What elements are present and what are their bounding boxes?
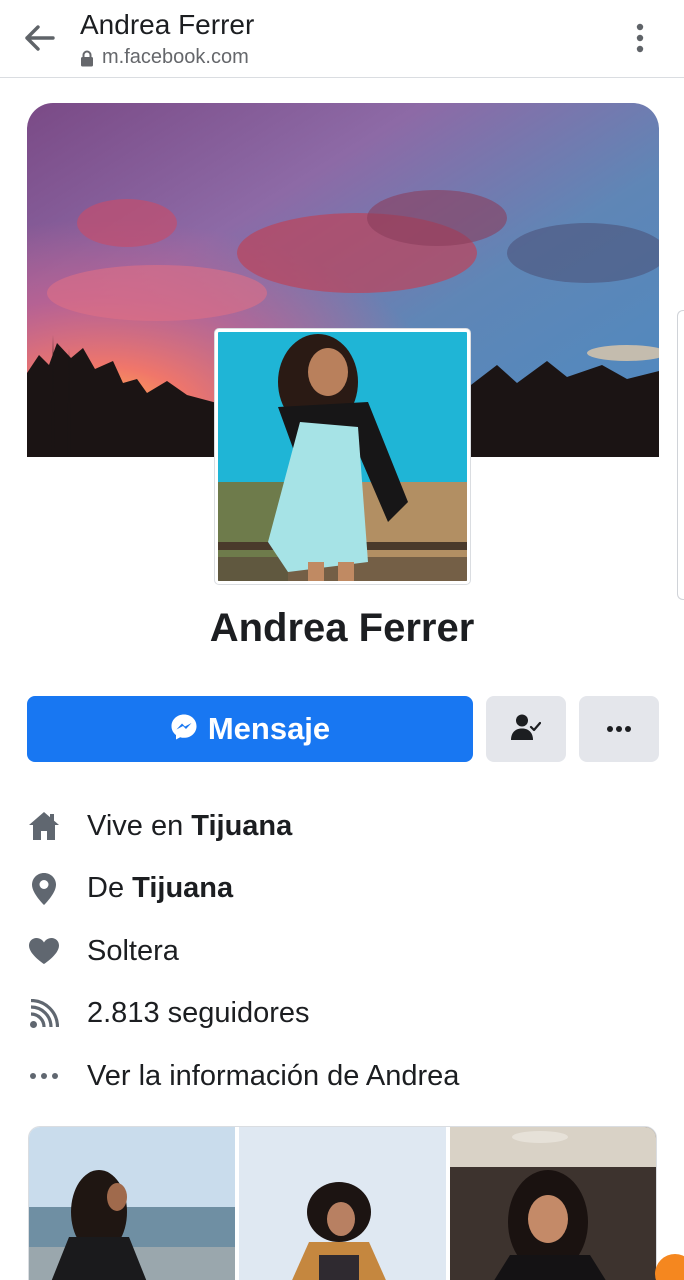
lock-icon (80, 49, 96, 67)
profile-picture[interactable] (215, 329, 470, 584)
url-row[interactable]: m.facebook.com (80, 46, 600, 69)
info-row-followers: 2.813 seguidores (0, 983, 684, 1046)
messenger-icon (170, 713, 198, 746)
friend-check-icon (511, 712, 542, 747)
rss-followers-icon (27, 997, 61, 1031)
location-pin-icon (27, 872, 61, 906)
photo-thumbnail[interactable] (29, 1127, 236, 1280)
profile-info-list: Vive en Tijuana De Tijuana Soltera 2.813… (0, 795, 684, 1108)
arrow-left-icon (25, 24, 55, 56)
info-row-relationship: Soltera (0, 920, 684, 983)
info-row-from: De Tijuana (0, 858, 684, 921)
from-city[interactable]: Tijuana (132, 872, 233, 904)
more-options-button[interactable] (579, 696, 659, 762)
lives-in-text: Vive en Tijuana (87, 809, 293, 842)
kebab-icon (636, 23, 644, 58)
lives-in-city[interactable]: Tijuana (191, 810, 292, 842)
scroll-indicator[interactable] (677, 310, 684, 600)
url-text: m.facebook.com (102, 46, 249, 68)
menu-button[interactable] (620, 20, 660, 60)
floating-badge[interactable] (655, 1254, 684, 1280)
friend-status-button[interactable] (486, 696, 566, 762)
info-row-lives: Vive en Tijuana (0, 795, 684, 858)
relationship-text: Soltera (87, 934, 179, 967)
page-title: Andrea Ferrer (80, 9, 255, 40)
home-icon (27, 809, 61, 843)
heart-icon (27, 934, 61, 968)
see-more-info-link[interactable]: Ver la información de Andrea (87, 1060, 459, 1093)
followers-text[interactable]: 2.813 seguidores (87, 997, 310, 1030)
photo-thumbnail[interactable] (449, 1127, 656, 1280)
back-button[interactable] (20, 20, 60, 60)
browser-toolbar: Andrea Ferrer m.facebook.com (0, 0, 684, 78)
more-icon (606, 720, 632, 738)
page-title-area: Andrea Ferrer m.facebook.com (80, 8, 600, 69)
ellipsis-icon (27, 1059, 61, 1093)
profile-name: Andrea Ferrer (209, 606, 475, 650)
photo-thumbnail[interactable] (239, 1127, 446, 1280)
from-text: De Tijuana (87, 872, 234, 905)
info-row-see-more[interactable]: Ver la información de Andrea (0, 1045, 684, 1108)
photos-grid (28, 1126, 657, 1280)
message-button[interactable]: Mensaje (27, 696, 473, 762)
message-button-label: Mensaje (207, 711, 331, 746)
